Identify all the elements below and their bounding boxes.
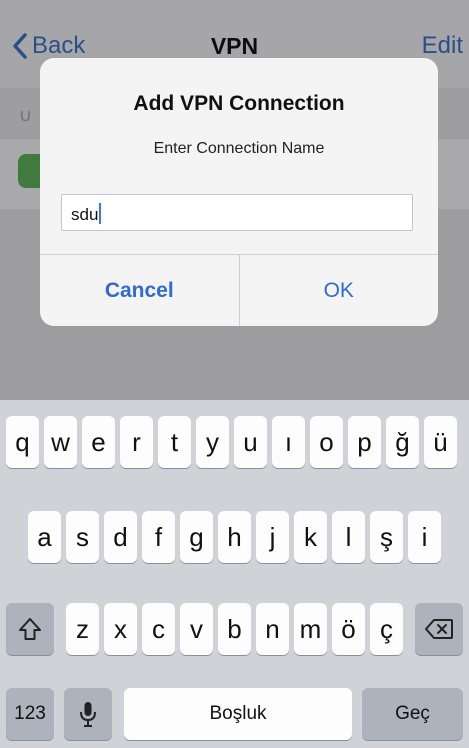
add-vpn-alert: Add VPN Connection Enter Connection Name… (40, 58, 438, 326)
key-a[interactable]: a (28, 511, 61, 563)
key-j[interactable]: j (256, 511, 289, 563)
section-header-label: U (20, 108, 31, 125)
alert-message: Enter Connection Name (153, 140, 325, 157)
delete-icon (425, 619, 453, 639)
space-key[interactable]: Boşluk (124, 688, 352, 740)
key-s[interactable]: s (66, 511, 99, 563)
key-z[interactable]: z (66, 603, 99, 655)
connection-name-value: sdu (71, 205, 99, 224)
key-x[interactable]: x (104, 603, 137, 655)
key-u-umlaut[interactable]: ü (424, 416, 457, 468)
page-title: VPN (210, 33, 259, 59)
key-m[interactable]: m (294, 603, 327, 655)
key-n[interactable]: n (256, 603, 289, 655)
shift-icon (19, 618, 41, 640)
key-b[interactable]: b (218, 603, 251, 655)
key-dotted-i[interactable]: i (408, 511, 441, 563)
edit-button[interactable]: Edit (422, 32, 463, 60)
key-e[interactable]: e (82, 416, 115, 468)
key-g-breve[interactable]: ğ (386, 416, 419, 468)
key-c-cedilla[interactable]: ç (370, 603, 403, 655)
key-h[interactable]: h (218, 511, 251, 563)
key-s-cedilla[interactable]: ş (370, 511, 403, 563)
key-w[interactable]: w (44, 416, 77, 468)
key-y[interactable]: y (196, 416, 229, 468)
return-key[interactable]: Geç (362, 688, 463, 740)
key-f[interactable]: f (142, 511, 175, 563)
cancel-button[interactable]: Cancel (40, 255, 240, 326)
key-q[interactable]: q (6, 416, 39, 468)
key-k[interactable]: k (294, 511, 327, 563)
key-d[interactable]: d (104, 511, 137, 563)
key-r[interactable]: r (120, 416, 153, 468)
key-l[interactable]: l (332, 511, 365, 563)
dictation-key[interactable] (64, 688, 112, 740)
alert-title: Add VPN Connection (133, 92, 345, 115)
key-o[interactable]: o (310, 416, 343, 468)
microphone-icon (80, 702, 96, 727)
key-t[interactable]: t (158, 416, 191, 468)
key-u[interactable]: u (234, 416, 267, 468)
key-o-umlaut[interactable]: ö (332, 603, 365, 655)
key-v[interactable]: v (180, 603, 213, 655)
connection-name-input[interactable]: sdu (61, 194, 413, 231)
shift-key[interactable] (6, 603, 54, 655)
ok-button[interactable]: OK (240, 255, 439, 326)
key-dotless-i[interactable]: ı (272, 416, 305, 468)
keyboard: q w e r t y u ı o p ğ ü a s d f g h j k … (0, 400, 469, 748)
key-g[interactable]: g (180, 511, 213, 563)
alert-button-row: Cancel OK (40, 254, 438, 326)
numbers-key[interactable]: 123 (6, 688, 54, 740)
key-p[interactable]: p (348, 416, 381, 468)
delete-key[interactable] (415, 603, 463, 655)
key-c[interactable]: c (142, 603, 175, 655)
text-cursor (99, 203, 102, 224)
